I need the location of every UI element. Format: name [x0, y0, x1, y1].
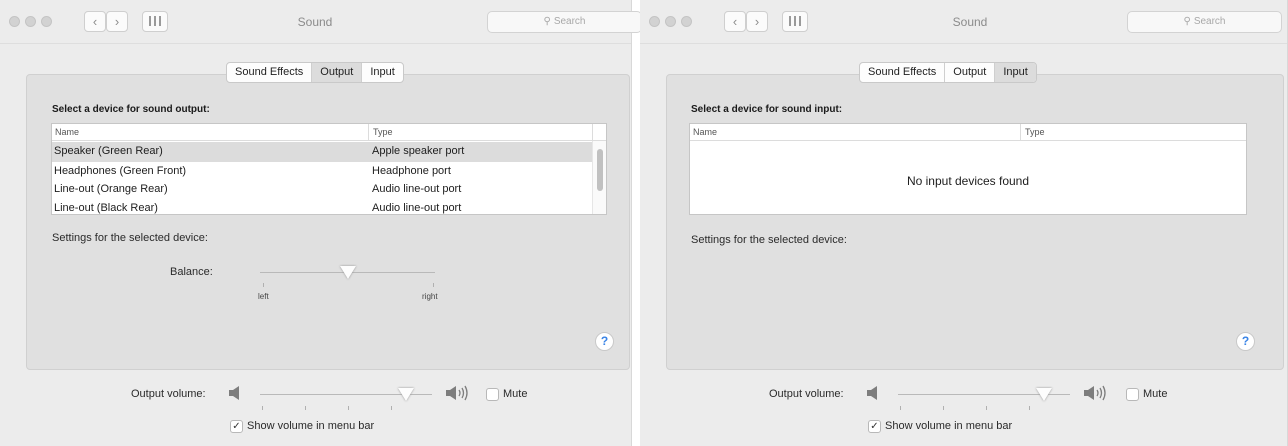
- slider-tick: [1029, 406, 1030, 410]
- mute-checkbox[interactable]: [486, 388, 499, 401]
- forward-button[interactable]: ›: [746, 11, 768, 32]
- table-row[interactable]: Line-out (Black Rear) Audio line-out por…: [52, 199, 592, 214]
- table-scrollbar[interactable]: [592, 141, 606, 214]
- column-divider: [592, 124, 593, 141]
- column-header-type[interactable]: Type: [373, 127, 393, 137]
- window-title: Sound: [297, 15, 333, 29]
- minimize-window-button[interactable]: [665, 16, 676, 27]
- speaker-low-icon: [867, 386, 877, 400]
- volume-slider-thumb[interactable]: [1036, 388, 1053, 401]
- balance-slider-thumb[interactable]: [339, 266, 356, 279]
- tab-output[interactable]: Output: [312, 63, 363, 82]
- slider-tick: [986, 406, 987, 410]
- table-row[interactable]: Speaker (Green Rear) Apple speaker port: [52, 142, 592, 162]
- sound-window-input: ‹ › Sound ⚲ Search Sound Effects Output I…: [640, 0, 1288, 446]
- zoom-window-button[interactable]: [41, 16, 52, 27]
- slider-tick: [900, 406, 901, 410]
- slider-tick: [391, 406, 392, 410]
- speaker-high-icon: [1084, 385, 1106, 401]
- device-type: Audio line-out port: [372, 202, 462, 214]
- output-device-table[interactable]: Name Type Speaker (Green Rear) Apple spe…: [51, 123, 607, 215]
- device-name: Line-out (Orange Rear): [54, 183, 168, 195]
- table-header: Name Type: [690, 124, 1246, 141]
- close-window-button[interactable]: [649, 16, 660, 27]
- minimize-window-button[interactable]: [25, 16, 36, 27]
- show-all-button[interactable]: [142, 11, 168, 32]
- section-title: Select a device for sound output:: [52, 104, 210, 115]
- search-placeholder: Search: [1193, 16, 1226, 27]
- column-divider: [368, 124, 369, 141]
- device-type: Audio line-out port: [372, 183, 462, 195]
- slider-tick: [433, 283, 434, 287]
- zoom-window-button[interactable]: [681, 16, 692, 27]
- column-header-name[interactable]: Name: [55, 127, 79, 137]
- slider-tick: [263, 283, 264, 287]
- device-name: Line-out (Black Rear): [54, 202, 158, 214]
- tab-sound-effects[interactable]: Sound Effects: [860, 63, 946, 82]
- output-volume-label: Output volume:: [131, 388, 206, 400]
- search-placeholder: Search: [553, 16, 586, 27]
- tab-sound-effects[interactable]: Sound Effects: [227, 63, 313, 82]
- column-divider: [1020, 124, 1021, 141]
- output-panel: [26, 74, 630, 370]
- tab-output[interactable]: Output: [945, 63, 996, 82]
- column-header-name[interactable]: Name: [693, 127, 717, 137]
- mute-checkbox[interactable]: [1126, 388, 1139, 401]
- empty-table-message: No input devices found: [906, 174, 1030, 188]
- grid-icon: [789, 16, 801, 26]
- tab-bar: Sound Effects Output Input: [226, 62, 404, 83]
- help-button[interactable]: ?: [595, 332, 614, 351]
- balance-label: Balance:: [170, 266, 213, 278]
- mute-label: Mute: [1143, 388, 1168, 400]
- back-button[interactable]: ‹: [724, 11, 746, 32]
- balance-left-label: left: [258, 292, 269, 301]
- show-all-button[interactable]: [782, 11, 808, 32]
- scrollbar-thumb[interactable]: [597, 149, 603, 191]
- output-volume-label: Output volume:: [769, 388, 844, 400]
- settings-label: Settings for the selected device:: [52, 232, 208, 244]
- device-name: Speaker (Green Rear): [54, 145, 163, 157]
- slider-tick: [305, 406, 306, 410]
- slider-tick: [262, 406, 263, 410]
- input-device-table[interactable]: Name Type No input devices found: [689, 123, 1247, 215]
- grid-icon: [149, 16, 161, 26]
- forward-button[interactable]: ›: [106, 11, 128, 32]
- search-field[interactable]: ⚲ Search: [1127, 11, 1282, 33]
- show-volume-checkbox[interactable]: ✓: [230, 420, 243, 433]
- speaker-low-icon: [229, 386, 239, 400]
- speaker-high-icon: [446, 385, 468, 401]
- title-bar: ‹ › Sound ⚲ Search: [640, 0, 1287, 44]
- show-volume-checkbox[interactable]: ✓: [868, 420, 881, 433]
- search-icon: ⚲: [543, 16, 551, 27]
- table-header: Name Type: [52, 124, 606, 141]
- mute-label: Mute: [503, 388, 528, 400]
- sound-window-output: ‹ › Sound ⚲ Search Sound Effects Output I…: [0, 0, 642, 446]
- volume-slider-thumb[interactable]: [398, 388, 415, 401]
- tab-input[interactable]: Input: [362, 63, 402, 82]
- device-name: Headphones (Green Front): [54, 165, 187, 177]
- table-row[interactable]: Headphones (Green Front) Headphone port: [52, 162, 592, 182]
- search-field[interactable]: ⚲ Search: [487, 11, 642, 33]
- column-header-type[interactable]: Type: [1025, 127, 1045, 137]
- close-window-button[interactable]: [9, 16, 20, 27]
- back-button[interactable]: ‹: [84, 11, 106, 32]
- input-panel: [666, 74, 1284, 370]
- window-title: Sound: [952, 15, 988, 29]
- slider-tick: [348, 406, 349, 410]
- tab-bar: Sound Effects Output Input: [859, 62, 1037, 83]
- help-button[interactable]: ?: [1236, 332, 1255, 351]
- title-bar: ‹ › Sound ⚲ Search: [0, 0, 642, 44]
- tab-input[interactable]: Input: [995, 63, 1036, 82]
- settings-label: Settings for the selected device:: [691, 234, 847, 246]
- device-type: Headphone port: [372, 165, 451, 177]
- section-title: Select a device for sound input:: [691, 104, 843, 115]
- show-volume-label: Show volume in menu bar: [247, 420, 375, 432]
- show-volume-label: Show volume in menu bar: [885, 420, 1013, 432]
- balance-right-label: right: [422, 292, 438, 301]
- slider-tick: [943, 406, 944, 410]
- device-type: Apple speaker port: [372, 145, 465, 157]
- table-row[interactable]: Line-out (Orange Rear) Audio line-out po…: [52, 180, 592, 200]
- search-icon: ⚲: [1183, 16, 1191, 27]
